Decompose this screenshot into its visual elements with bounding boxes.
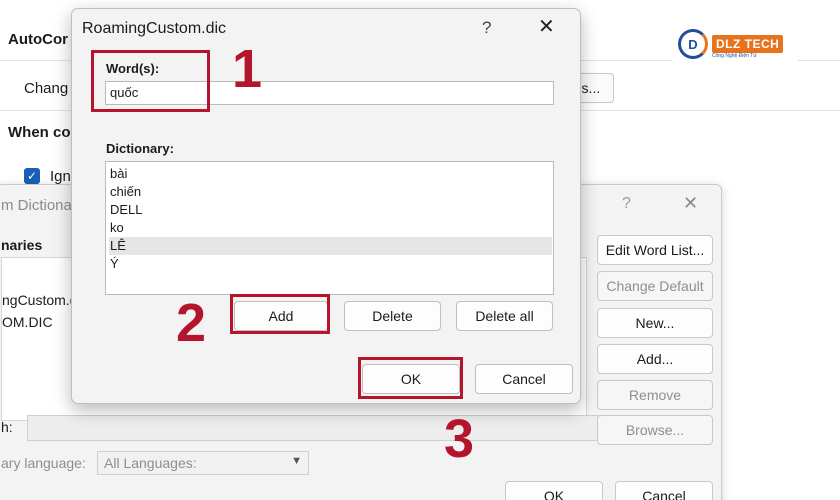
dictionary-list-header: naries bbox=[1, 237, 43, 253]
brand-logo: D DLZ TECH Công Nghệ Điện Tử bbox=[672, 26, 798, 62]
list-item[interactable]: chiến bbox=[109, 183, 552, 201]
highlight-ok-button bbox=[358, 357, 463, 399]
list-item[interactable]: ko bbox=[109, 219, 552, 237]
browse-button[interactable]: Browse... bbox=[597, 415, 713, 445]
highlight-add-button bbox=[230, 294, 330, 334]
new-dictionary-button[interactable]: New... bbox=[597, 308, 713, 338]
list-item-selected[interactable]: LÊ bbox=[109, 237, 552, 255]
add-dictionary-button[interactable]: Add... bbox=[597, 344, 713, 374]
delete-all-button[interactable]: Delete all bbox=[456, 301, 553, 331]
ok-button[interactable]: OK bbox=[505, 481, 603, 500]
step-number-2: 2 bbox=[176, 293, 207, 353]
language-value: All Languages: bbox=[104, 455, 197, 471]
edit-word-list-button[interactable]: Edit Word List... bbox=[597, 235, 713, 265]
dialog-title: m Dictiona bbox=[1, 197, 72, 214]
remove-button[interactable]: Remove bbox=[597, 380, 713, 410]
list-item[interactable]: bài bbox=[109, 165, 552, 183]
list-item[interactable]: Ý bbox=[109, 255, 552, 273]
help-icon[interactable]: ? bbox=[482, 18, 491, 38]
logo-text: DLZ TECH bbox=[712, 35, 784, 53]
cancel-button[interactable]: Cancel bbox=[475, 364, 573, 394]
close-icon[interactable]: ✕ bbox=[683, 193, 698, 214]
list-item[interactable]: OM.DIC bbox=[2, 314, 53, 330]
cancel-button[interactable]: Cancel bbox=[615, 481, 713, 500]
list-item[interactable]: DELL bbox=[109, 201, 552, 219]
file-path-field[interactable] bbox=[27, 415, 603, 441]
language-select[interactable]: All Languages: ▼ bbox=[97, 451, 309, 475]
list-item[interactable]: ngCustom.d bbox=[2, 292, 77, 308]
logo-mark-icon: D bbox=[678, 29, 708, 59]
change-default-button[interactable]: Change Default bbox=[597, 271, 713, 301]
chevron-down-icon: ▼ bbox=[291, 455, 302, 467]
logo-subtitle: Công Nghệ Điện Tử bbox=[712, 53, 757, 59]
dialog-title: RoamingCustom.dic bbox=[82, 20, 227, 37]
highlight-word-field bbox=[91, 50, 210, 112]
ignore-label: Ign bbox=[50, 168, 71, 185]
when-correcting-heading: When co bbox=[8, 124, 71, 141]
autocorrect-heading: AutoCor bbox=[8, 31, 68, 48]
help-icon[interactable]: ? bbox=[622, 195, 631, 213]
close-icon[interactable]: ✕ bbox=[538, 14, 555, 39]
dictionary-word-list[interactable]: bài chiến DELL ko LÊ Ý bbox=[105, 161, 554, 295]
ignore-checkbox[interactable]: ✓ bbox=[24, 168, 40, 184]
language-label: ary language: bbox=[1, 455, 86, 471]
change-label: Chang bbox=[24, 80, 69, 97]
dictionary-label: Dictionary: bbox=[106, 141, 174, 156]
step-number-3: 3 bbox=[444, 409, 475, 469]
step-number-1: 1 bbox=[232, 39, 263, 99]
delete-button[interactable]: Delete bbox=[344, 301, 441, 331]
path-label: h: bbox=[1, 419, 13, 435]
